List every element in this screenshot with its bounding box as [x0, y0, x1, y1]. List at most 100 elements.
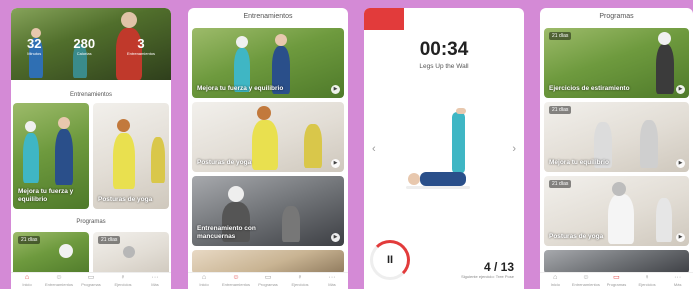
user-icon: ☺ [55, 274, 63, 281]
figure-icon: ♀ [644, 274, 650, 281]
tab-exercises[interactable]: ♀ Ejercicios [107, 273, 139, 289]
tab-home[interactable]: ⌂ Inicio [188, 273, 220, 289]
calendar-icon: ▭ [613, 274, 620, 281]
tab-label: Programas [81, 282, 101, 287]
tab-workouts[interactable]: ☺ Entrenamientos [43, 273, 75, 289]
duration-badge: 21 días [98, 236, 121, 244]
card-label: Posturas de yoga [549, 233, 604, 240]
stat-calories: 280 Calorías [73, 36, 95, 56]
figure-icon: ♀ [297, 274, 303, 281]
stats-row: 32 Minutos 280 Calorías 3 Entrenamientos [11, 36, 171, 56]
previous-arrow-icon[interactable]: ‹ [372, 143, 376, 155]
card-label: Mejora tu fuerza y equilibrio [197, 85, 284, 92]
section-title-programs: Programas [76, 219, 106, 225]
card-label: Posturas de yoga [98, 196, 153, 203]
workouts-screen: Entrenamientos Mejora tu fuerza y equili… [188, 8, 348, 289]
stat-value: 280 [73, 36, 96, 51]
stat-value: 32 [26, 36, 42, 51]
home-icon: ⌂ [24, 274, 30, 281]
play-icon[interactable]: ▶ [331, 159, 340, 168]
program-card[interactable]: 21 días [93, 232, 169, 276]
page-title: Programas [599, 13, 634, 20]
section-title-workouts: Entrenamientos [69, 92, 113, 98]
workout-card[interactable] [192, 250, 344, 274]
tab-programs[interactable]: ▭ Programas [252, 273, 284, 289]
calendar-icon: ▭ [264, 274, 272, 281]
more-icon: ··· [328, 274, 336, 281]
play-icon[interactable]: ▶ [331, 233, 340, 242]
home-screen: 32 Minutos 280 Calorías 3 Entrenamientos… [11, 8, 171, 289]
tab-bar: ⌂ Inicio ☺ Entrenamientos ▭ Programas ♀ Ejer… [11, 272, 171, 289]
tab-label: Más [328, 282, 336, 287]
workout-card[interactable]: Entrenamiento con mancuernas ▶ [192, 176, 344, 246]
more-icon: ··· [674, 274, 682, 281]
workout-card[interactable]: Mejora tu fuerza y equilibrio ▶ [192, 28, 344, 98]
program-card[interactable]: 21 días Ejercicios de estiramiento ▶ [544, 28, 689, 98]
play-icon[interactable]: ▶ [676, 159, 685, 168]
tab-workouts[interactable]: ☺ Entrenamientos [220, 273, 252, 289]
tab-exercises[interactable]: ♀ Ejercicios [284, 273, 316, 289]
tab-more[interactable]: ··· Más [139, 273, 171, 289]
tab-label: Programas [606, 282, 627, 287]
tab-exercises[interactable]: ♀ Ejercicios [632, 273, 663, 289]
stat-workouts: 3 Entrenamientos [127, 36, 155, 56]
more-icon: ··· [151, 274, 159, 281]
exercise-counter: 4 / 13 [483, 260, 514, 274]
tab-more[interactable]: ··· Más [662, 273, 693, 289]
exercise-name: Legs Up the Wall [419, 63, 469, 70]
pause-button[interactable]: II [370, 240, 410, 280]
card-label: Mejora tu equilibrio [549, 159, 609, 166]
play-icon[interactable]: ▶ [676, 85, 685, 94]
tab-home[interactable]: ⌂ Inicio [11, 273, 43, 289]
pause-icon: II [386, 254, 394, 266]
card-label: Ejercicios de estiramiento [549, 85, 630, 92]
program-card[interactable] [544, 250, 689, 274]
stat-label: Calorías [76, 51, 92, 56]
tab-bar: ⌂ Inicio ☺ Entrenamientos ▭ Programas ♀ Ejer… [540, 272, 693, 289]
exercise-illustration [406, 108, 470, 189]
tab-workouts[interactable]: ☺ Entrenamientos [571, 273, 602, 289]
tab-label: Entrenamientos [571, 282, 600, 287]
countdown-timer: 00:34 [419, 39, 469, 60]
tab-label: Inicio [22, 282, 32, 287]
home-icon: ⌂ [553, 274, 558, 281]
duration-badge: 21 días [18, 236, 41, 244]
stat-label: Entrenamientos [127, 51, 156, 56]
tab-label: Ejercicios [114, 282, 132, 287]
card-label: Posturas de yoga [197, 159, 252, 166]
tab-label: Programas [258, 282, 278, 287]
home-icon: ⌂ [201, 274, 207, 281]
next-arrow-icon[interactable]: › [512, 143, 516, 155]
program-card[interactable]: 21 días Mejora tu equilibrio ▶ [544, 102, 689, 172]
play-icon[interactable]: ▶ [331, 85, 340, 94]
program-card[interactable]: 21 días [13, 232, 89, 276]
tab-bar: ⌂ Inicio ☺ Entrenamientos ▭ Programas ♀ Ejer… [188, 272, 348, 289]
tab-home[interactable]: ⌂ Inicio [540, 273, 571, 289]
tab-label: Entrenamientos [44, 282, 73, 287]
workout-card[interactable]: Posturas de yoga [93, 103, 169, 209]
tab-label: Ejercicios [291, 282, 309, 287]
next-exercise-label: Siguiente ejercicio: Tree Pose [461, 274, 514, 279]
tab-label: Entrenamientos [221, 282, 250, 287]
stat-minutes: 32 Minutos [27, 36, 41, 56]
tab-label: Más [151, 282, 159, 287]
tab-programs[interactable]: ▭ Programas [601, 273, 632, 289]
program-card[interactable]: 21 días Posturas de yoga ▶ [544, 176, 689, 246]
user-icon: ☺ [582, 274, 590, 281]
figure-icon: ♀ [120, 274, 126, 281]
workout-card[interactable]: Posturas de yoga ▶ [192, 102, 344, 172]
user-icon: ☺ [232, 274, 240, 281]
play-icon[interactable]: ▶ [676, 233, 685, 242]
workout-card[interactable]: Mejora tu fuerza y equilibrio [13, 103, 89, 209]
programs-screen: Programas 21 días Ejercicios de estirami… [540, 8, 693, 289]
card-label: Mejora tu fuerza y equilibrio [18, 188, 74, 203]
tab-label: Ejercicios [638, 282, 656, 287]
tab-label: Inicio [550, 282, 560, 287]
tab-programs[interactable]: ▭ Programas [75, 273, 107, 289]
tab-more[interactable]: ··· Más [316, 273, 348, 289]
progress-indicator [364, 8, 404, 30]
card-label: Entrenamiento con mancuernas [197, 225, 256, 240]
duration-badge: 21 días [549, 180, 572, 188]
duration-badge: 21 días [549, 106, 572, 114]
stat-label: Minutos [27, 51, 42, 56]
